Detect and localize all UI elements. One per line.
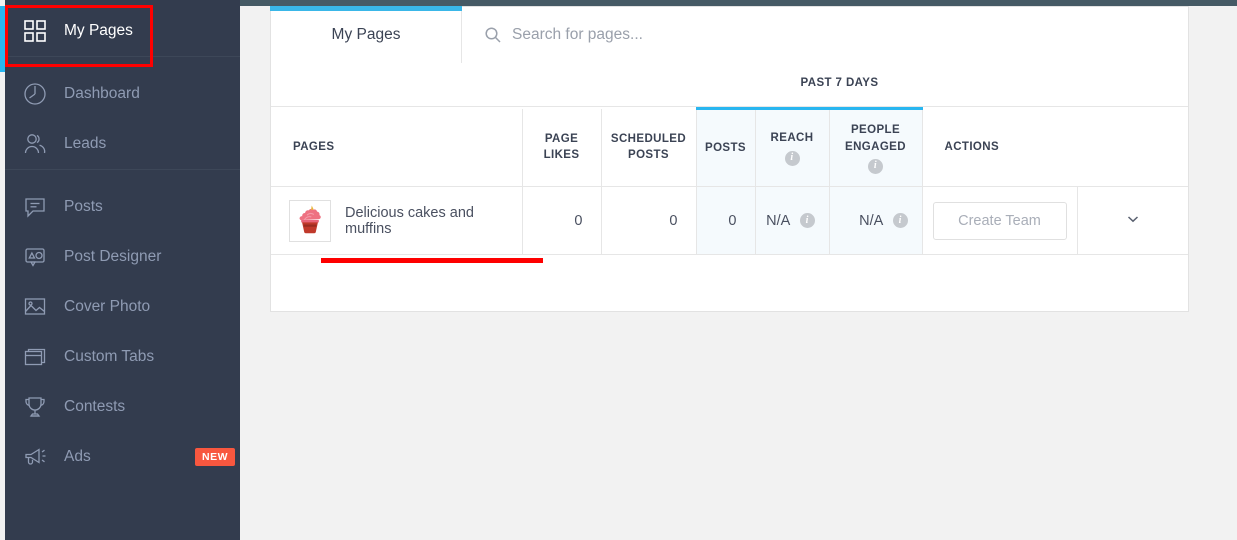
sidebar-item-label: My Pages (64, 23, 133, 39)
leads-icon (20, 129, 50, 159)
column-header-people-engaged-label: PEOPLE ENGAGED (845, 124, 906, 153)
sidebar-item-label: Custom Tabs (64, 349, 154, 365)
cell-people-engaged-value: N/A (859, 213, 882, 229)
status-badge-new: NEW (195, 448, 235, 466)
column-header-actions: ACTIONS (922, 109, 1188, 187)
sidebar-item-label: Cover Photo (64, 299, 150, 315)
cell-scheduled-posts: 0 (601, 187, 696, 255)
sidebar-group-analytics: Dashboard Leads (0, 69, 240, 169)
column-header-scheduled-posts[interactable]: SCHEDULED POSTS (601, 109, 696, 187)
sidebar-item-ads[interactable]: Ads NEW (0, 432, 240, 482)
annotation-underline-page (321, 258, 543, 263)
sidebar-group-primary: My Pages (0, 6, 240, 56)
column-header-reach-label: REACH (771, 132, 814, 144)
tab-my-pages[interactable]: My Pages (271, 7, 462, 63)
sidebar-item-custom-tabs[interactable]: Custom Tabs (0, 332, 240, 382)
posts-icon (20, 192, 50, 222)
sidebar-item-my-pages[interactable]: My Pages (0, 6, 240, 56)
cell-reach: N/A i (755, 187, 829, 255)
contests-icon (20, 392, 50, 422)
sidebar-item-label: Leads (64, 136, 106, 152)
sidebar-item-label: Contests (64, 399, 125, 415)
info-icon-people-engaged[interactable]: i (868, 159, 883, 174)
sidebar-item-label: Post Designer (64, 249, 161, 265)
pages-table: PAGES PAGE LIKES SCHEDULED POSTS POSTS R… (271, 107, 1188, 255)
cell-people-engaged: N/A i (829, 187, 922, 255)
sidebar-item-post-designer[interactable]: Post Designer (0, 232, 240, 282)
table-header: PAGES PAGE LIKES SCHEDULED POSTS POSTS R… (271, 109, 1188, 187)
cupcake-image (289, 200, 331, 242)
cell-reach-value: N/A (766, 213, 789, 229)
cell-page: Delicious cakes and muffins (271, 187, 522, 255)
sidebar-active-accent (0, 6, 5, 72)
column-header-reach[interactable]: REACH i (755, 109, 829, 187)
table-group-band: PAST 7 DAYS (271, 63, 1188, 107)
cell-expand[interactable] (1077, 187, 1188, 255)
sidebar-item-contests[interactable]: Contests (0, 382, 240, 432)
table-body: Delicious cakes and muffins 0 0 0 N/A i … (271, 187, 1188, 255)
sidebar-item-cover-photo[interactable]: Cover Photo (0, 282, 240, 332)
sidebar-item-label: Ads (64, 449, 91, 465)
cover-photo-icon (20, 292, 50, 322)
column-header-people-engaged[interactable]: PEOPLE ENGAGED i (829, 109, 922, 187)
search-icon (484, 26, 502, 44)
card-header: My Pages (271, 7, 1188, 63)
info-icon-people-engaged-value[interactable]: i (893, 213, 908, 228)
table-header-row: PAGES PAGE LIKES SCHEDULED POSTS POSTS R… (271, 109, 1188, 187)
grid-icon (20, 16, 50, 46)
cell-page-likes: 0 (522, 187, 601, 255)
info-icon-reach-value[interactable]: i (800, 213, 815, 228)
column-header-page-likes[interactable]: PAGE LIKES (522, 109, 601, 187)
sidebar-item-posts[interactable]: Posts (0, 182, 240, 232)
sidebar: My Pages Dashboard (0, 0, 240, 540)
ads-icon (20, 442, 50, 472)
dashboard-icon (20, 79, 50, 109)
custom-tabs-icon (20, 342, 50, 372)
cell-posts: 0 (696, 187, 755, 255)
sidebar-item-label: Posts (64, 199, 103, 215)
page-cell-inner[interactable]: Delicious cakes and muffins (271, 200, 522, 242)
sidebar-item-dashboard[interactable]: Dashboard (0, 69, 240, 119)
tab-label: My Pages (332, 26, 401, 44)
search-input[interactable] (512, 20, 1188, 50)
post-designer-icon (20, 242, 50, 272)
info-icon-reach[interactable]: i (785, 151, 800, 166)
page-name: Delicious cakes and muffins (345, 205, 522, 237)
pages-card: My Pages PAST 7 DAYS P (270, 6, 1189, 312)
sidebar-item-leads[interactable]: Leads (0, 119, 240, 169)
column-header-pages[interactable]: PAGES (271, 109, 522, 187)
cell-actions: Create Team (922, 187, 1077, 255)
search-bar (462, 7, 1188, 63)
app-root: My Pages Dashboard (0, 0, 1237, 540)
sidebar-item-label: Dashboard (64, 86, 140, 102)
table-row: Delicious cakes and muffins 0 0 0 N/A i … (271, 187, 1188, 255)
group-label-past-7-days: PAST 7 DAYS (726, 77, 953, 89)
create-team-button[interactable]: Create Team (933, 202, 1067, 240)
sidebar-group-tools: Posts Post Designer (0, 182, 240, 482)
column-header-posts[interactable]: POSTS (696, 109, 755, 187)
chevron-down-icon[interactable] (1125, 215, 1141, 231)
